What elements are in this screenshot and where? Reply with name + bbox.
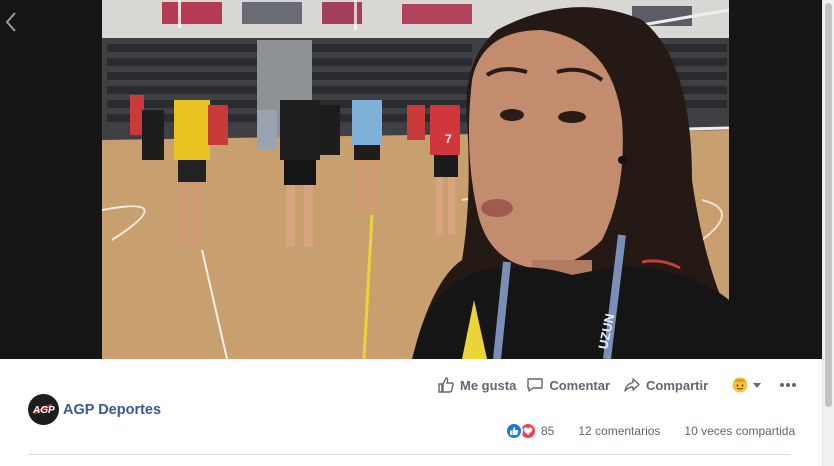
thumbs-up-icon <box>438 377 454 393</box>
like-button[interactable]: Me gusta <box>437 376 516 394</box>
page-name-link[interactable]: AGP Deportes <box>63 402 161 418</box>
shares-count[interactable]: 10 veces compartida <box>684 424 795 438</box>
caret-down-icon <box>753 383 762 388</box>
post-actions: Me gusta Comentar Compartir <box>437 376 797 394</box>
like-label: Me gusta <box>460 377 517 393</box>
like-reaction-icon <box>505 422 523 440</box>
scrollbar[interactable] <box>822 0 834 466</box>
scrollbar-thumb[interactable] <box>825 3 832 407</box>
jersey-number: 7 <box>445 132 452 146</box>
more-options-button[interactable] <box>779 382 797 388</box>
comments-count[interactable]: 12 comentarios <box>578 424 660 438</box>
share-arrow-icon <box>624 378 640 392</box>
profile-emoji-icon <box>732 377 748 393</box>
reactions-count: 85 <box>541 424 555 438</box>
comment-icon <box>527 378 544 392</box>
back-arrow-icon[interactable] <box>2 8 20 36</box>
reactions-summary[interactable]: 85 <box>505 422 578 440</box>
more-dots-icon <box>780 383 797 387</box>
comment-button[interactable]: Comentar <box>526 376 610 394</box>
share-button[interactable]: Compartir <box>623 376 708 394</box>
comment-label: Comentar <box>549 377 611 393</box>
post-stats: 85 12 comentarios 10 veces compartida <box>505 422 795 440</box>
agp-logo-icon[interactable]: AGP <box>28 394 59 425</box>
share-label: Compartir <box>646 377 709 393</box>
post-info-bar: AGP AGP Deportes Me gusta Comentar Compa… <box>0 359 822 466</box>
reaction-selector[interactable] <box>732 377 763 393</box>
photo-viewer: 7 UZUN <box>0 0 822 359</box>
page-author: AGP AGP Deportes <box>28 394 161 425</box>
avatar-text: AGP <box>32 405 55 416</box>
video-player[interactable]: 7 UZUN <box>102 0 729 359</box>
divider <box>28 454 790 455</box>
